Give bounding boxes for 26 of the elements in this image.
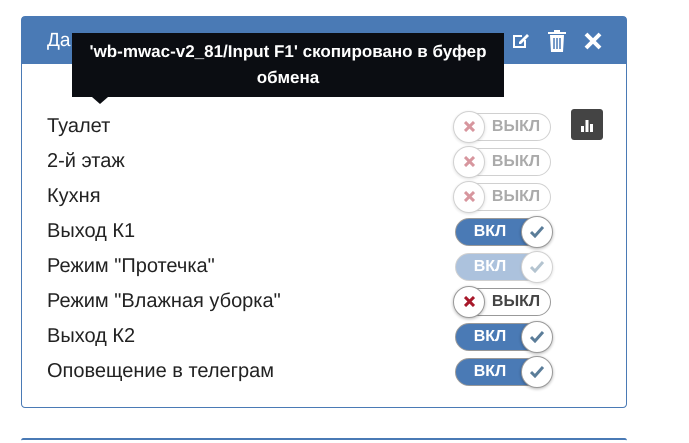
close-icon[interactable] xyxy=(584,32,602,50)
row-label: Оповещение в телеграм xyxy=(47,360,274,383)
cross-icon xyxy=(464,191,474,202)
row-label: Режим "Протечка" xyxy=(47,255,215,278)
row-label: 2-й этаж xyxy=(47,150,125,173)
toggle-switch[interactable]: ВЫКЛ xyxy=(455,288,551,316)
toggle-switch[interactable]: ВКЛ xyxy=(455,218,551,246)
row-label: Туалет xyxy=(47,115,110,138)
cross-icon xyxy=(464,156,474,167)
tooltip-text: 'wb-mwac-v2_81/Input F1' скопировано в буфер обмена xyxy=(88,41,488,89)
row-label: Выход К1 xyxy=(47,220,136,243)
trash-icon[interactable] xyxy=(548,30,566,52)
check-icon xyxy=(530,260,544,272)
check-icon xyxy=(530,330,544,342)
cross-icon xyxy=(464,121,474,132)
panel-title: Да xyxy=(47,30,70,52)
check-icon xyxy=(530,226,544,238)
bar-chart-icon xyxy=(580,118,594,132)
row-label: Кухня xyxy=(47,185,101,208)
cross-icon xyxy=(464,296,474,307)
toggle-switch[interactable]: ВКЛ xyxy=(455,358,551,386)
toggle-switch[interactable]: ВКЛ xyxy=(455,322,551,350)
row-label: Режим "Влажная уборка" xyxy=(47,290,281,313)
chart-button[interactable] xyxy=(571,109,603,140)
row-label: Выход К2 xyxy=(47,325,136,348)
check-icon xyxy=(530,366,544,378)
